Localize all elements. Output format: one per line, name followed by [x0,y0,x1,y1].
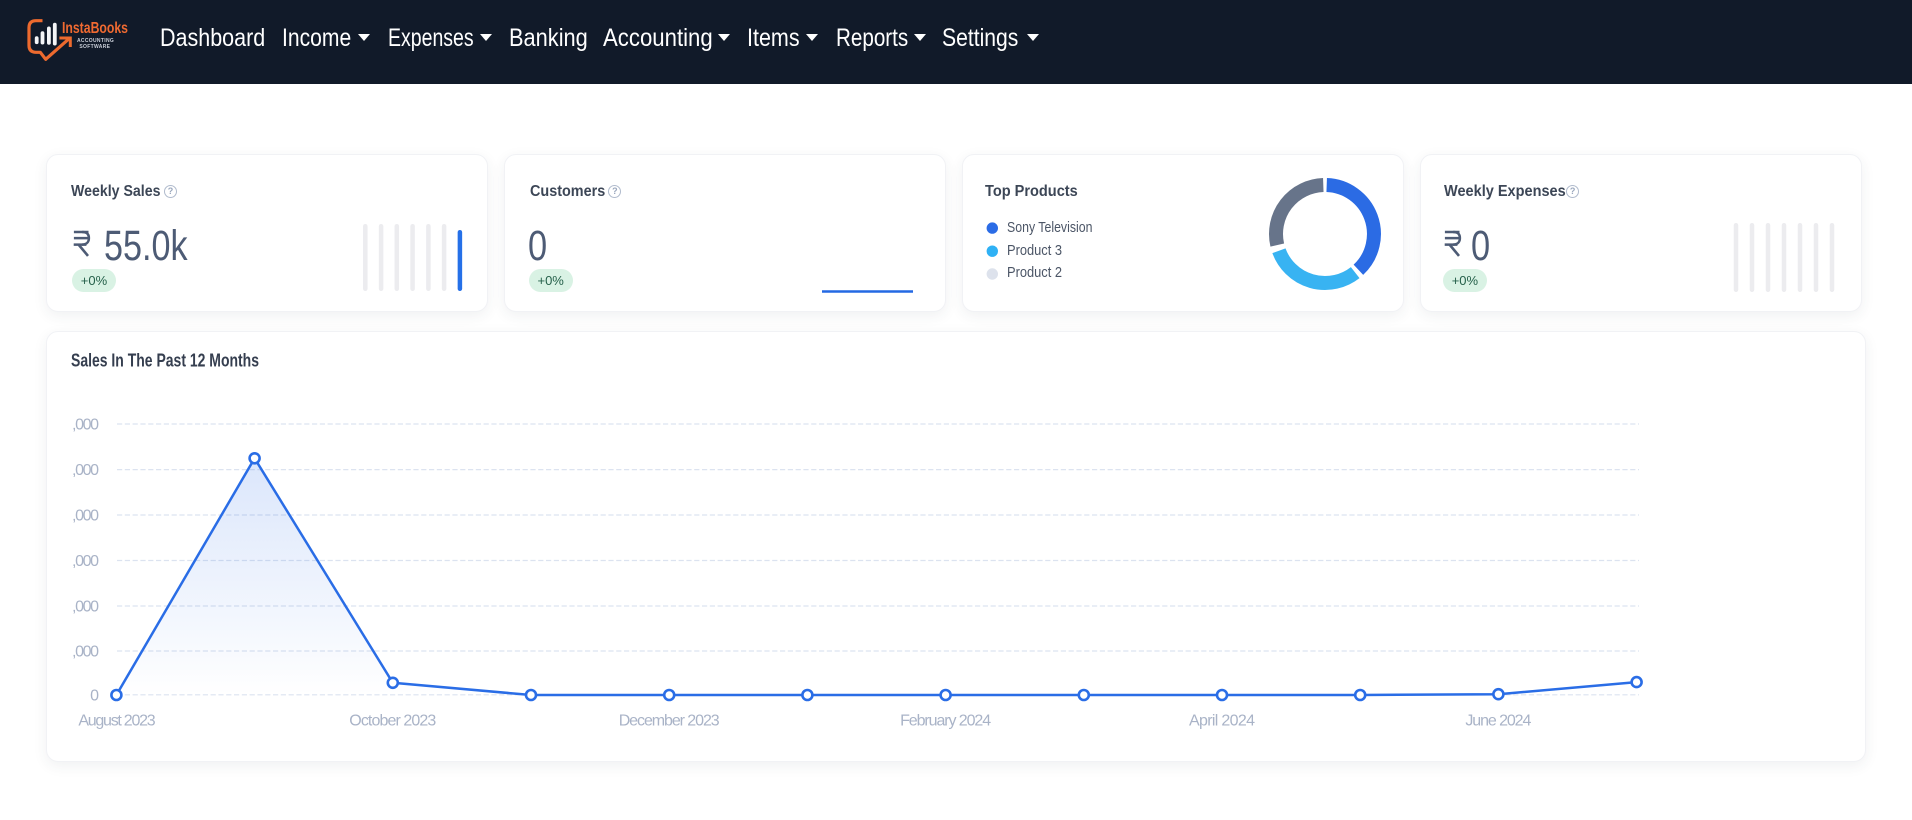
svg-text:0: 0 [90,687,99,704]
svg-text:,000: ,000 [72,599,99,616]
svg-text:,000: ,000 [72,644,99,661]
svg-text:Sales In The Past 12 Months: Sales In The Past 12 Months [71,351,259,371]
svg-text:,000: ,000 [72,417,99,434]
svg-text:,000: ,000 [72,462,99,479]
svg-text:February 2024: February 2024 [900,712,991,729]
svg-text:October 2023: October 2023 [349,712,436,729]
svg-text:December 2023: December 2023 [619,712,720,729]
svg-text:June 2024: June 2024 [1465,712,1531,729]
svg-text:April 2024: April 2024 [1189,712,1255,729]
svg-text:August 2023: August 2023 [78,712,155,729]
svg-text:,000: ,000 [72,553,99,570]
svg-text:,000: ,000 [72,508,99,525]
